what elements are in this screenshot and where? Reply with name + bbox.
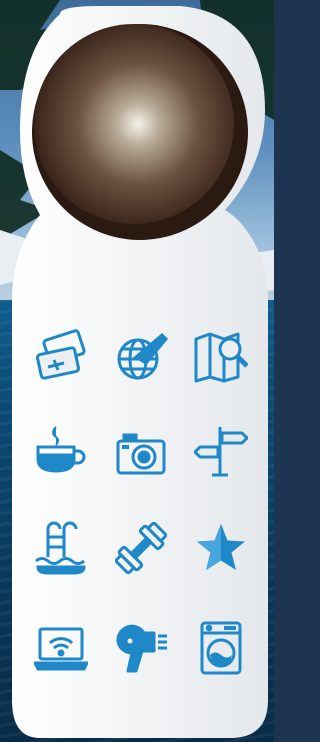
camera-icon bbox=[114, 425, 168, 479]
hair-dryer-icon bbox=[114, 621, 168, 675]
coffee-cup-icon bbox=[34, 425, 88, 479]
star-icon bbox=[194, 521, 248, 575]
door-knob bbox=[34, 24, 234, 224]
globe-plane-icon bbox=[114, 329, 168, 383]
dumbbell-icon bbox=[114, 521, 168, 575]
swimming-pool-icon bbox=[34, 521, 88, 575]
signpost-icon bbox=[194, 425, 248, 479]
map-search-icon bbox=[194, 329, 248, 383]
boarding-pass-icon bbox=[34, 329, 88, 383]
laptop-wifi-icon bbox=[34, 621, 88, 675]
washing-machine-icon bbox=[194, 621, 248, 675]
